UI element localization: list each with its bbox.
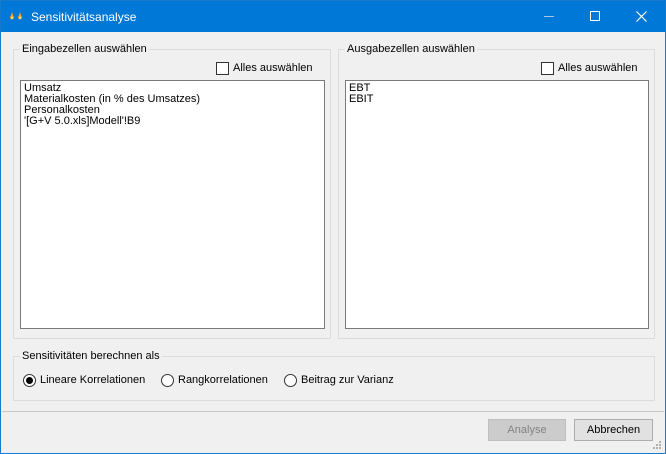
- output-cells-group: Ausgabezellen auswählen Alles auswählen …: [338, 43, 655, 339]
- radio-rank-correlations[interactable]: Rangkorrelationen: [161, 373, 268, 387]
- output-cells-group-title: Ausgabezellen auswählen: [345, 43, 477, 56]
- radio-variance-contribution-label: Beitrag zur Varianz: [301, 374, 394, 386]
- app-icon: [10, 11, 22, 20]
- maximize-icon: [590, 11, 600, 21]
- radio-variance-contribution-button[interactable]: [284, 373, 297, 387]
- minimize-icon: [544, 16, 554, 17]
- output-select-all[interactable]: Alles auswählen: [541, 61, 638, 75]
- calc-method-group-title: Sensitivitäten berechnen als: [20, 350, 162, 363]
- cancel-button[interactable]: Abbrechen: [574, 419, 653, 441]
- radio-linear-correlations[interactable]: Lineare Korrelationen: [23, 373, 145, 387]
- radio-rank-correlations-label: Rangkorrelationen: [178, 374, 268, 386]
- input-cells-group: Eingabezellen auswählen Alles auswählen …: [13, 43, 331, 339]
- analyze-button[interactable]: Analyse: [488, 419, 566, 441]
- dialog-window: Sensitivitätsanalyse Eingabezellen auswä…: [0, 0, 666, 454]
- input-select-all[interactable]: Alles auswählen: [216, 61, 313, 75]
- minimize-button[interactable]: [527, 1, 573, 32]
- list-item[interactable]: EBT: [349, 83, 645, 94]
- title-bar[interactable]: Sensitivitätsanalyse: [1, 1, 665, 32]
- input-cells-list[interactable]: Umsatz Materialkosten (in % des Umsatzes…: [20, 80, 325, 329]
- list-item[interactable]: EBIT: [349, 94, 645, 105]
- close-icon: [636, 11, 647, 22]
- input-select-all-label: Alles auswählen: [233, 62, 313, 74]
- window-title: Sensitivitätsanalyse: [31, 10, 137, 24]
- resize-grip-icon[interactable]: [652, 440, 662, 450]
- radio-linear-correlations-label: Lineare Korrelationen: [40, 374, 146, 386]
- radio-variance-contribution[interactable]: Beitrag zur Varianz: [284, 373, 394, 387]
- radio-rank-correlations-button[interactable]: [161, 373, 174, 387]
- output-cells-list[interactable]: EBT EBIT: [345, 80, 649, 329]
- footer-separator: [2, 411, 664, 412]
- maximize-button[interactable]: [573, 1, 619, 32]
- input-select-all-checkbox[interactable]: [216, 61, 229, 75]
- input-cells-group-title: Eingabezellen auswählen: [20, 43, 149, 56]
- radio-linear-correlations-button[interactable]: [23, 373, 36, 387]
- close-button[interactable]: [619, 1, 665, 32]
- list-item[interactable]: '[G+V 5.0.xls]Modell'!B9: [24, 116, 321, 127]
- output-select-all-checkbox[interactable]: [541, 61, 554, 75]
- output-select-all-label: Alles auswählen: [558, 62, 638, 74]
